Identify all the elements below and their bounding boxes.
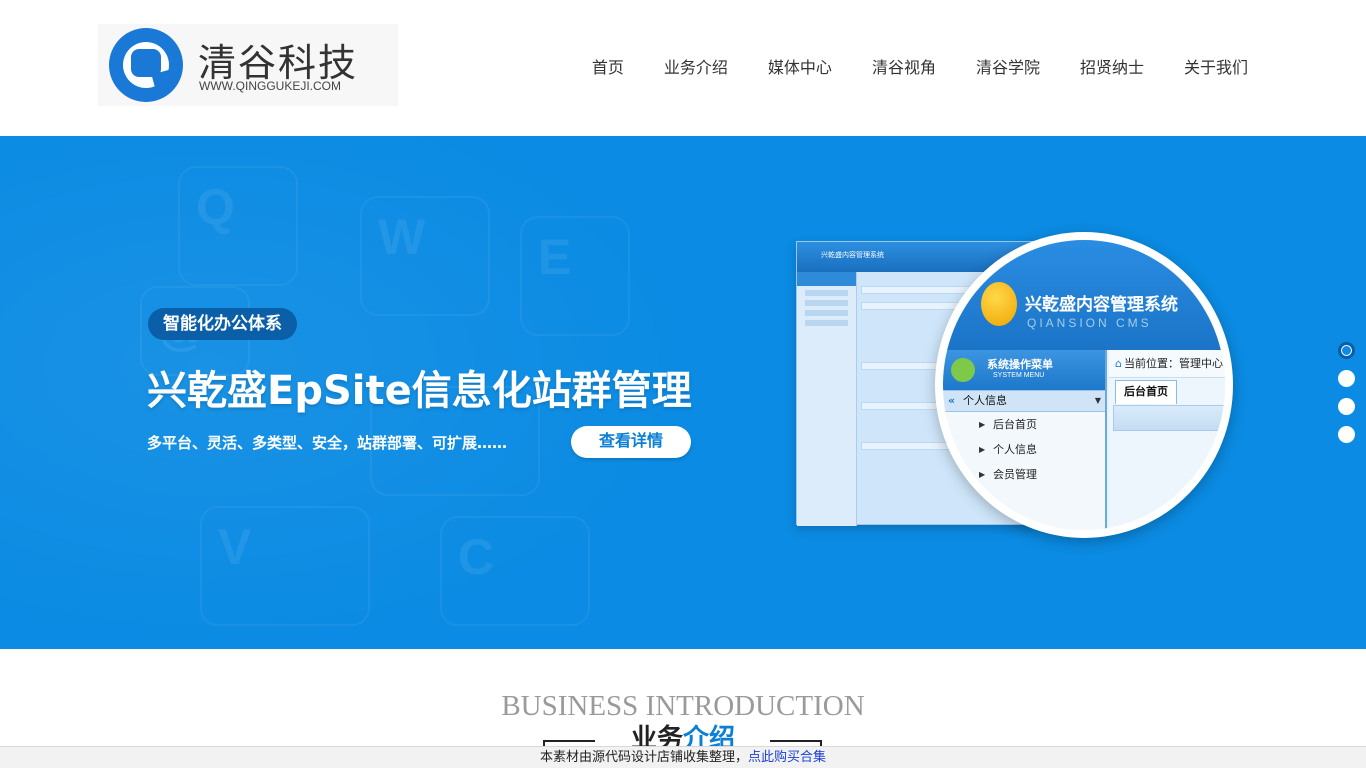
main-nav: 首页 业务介绍 媒体中心 清谷视角 清谷学院 招贤纳士 关于我们 [552,56,1248,80]
cms-menu-item-label: 后台首页 [993,418,1037,431]
cms-menu-header: 系统操作菜单 SYSTEM MENU [943,350,1105,390]
nav-item-media[interactable]: 媒体中心 [768,56,832,80]
hero-banner: Q W E @ V C 智能化办公体系 兴乾盛EpSite信息化站群管理 多平台… [0,136,1366,649]
nav-item-perspective[interactable]: 清谷视角 [872,56,936,80]
buy-collection-link[interactable]: 点此购买合集 [748,750,826,765]
slide-indicators [1338,342,1355,454]
double-chevron-left-icon: « [948,394,956,407]
logo-url-text: WWW.QINGGUKEJI.COM [199,79,341,93]
home-icon: ⌂ [1115,357,1122,370]
cms-title: 兴乾盛内容管理系统 [1025,295,1178,315]
cms-magnifier-header: 兴乾盛内容管理系统 QIANSION CMS [943,240,1225,350]
logo-q-icon [109,28,183,102]
slide-dot-2[interactable] [1338,370,1355,387]
banner-headline: 兴乾盛EpSite信息化站群管理 [147,368,692,414]
cms-menu: 系统操作菜单 SYSTEM MENU « 个人信息 ▼ ▶ 后台首页 ▶ 个人信息 … [943,350,1107,530]
site-logo[interactable]: 清谷科技 WWW.QINGGUKEJI.COM [98,24,398,106]
cms-breadcrumb: ⌂ 当前位置：管理中心 [1109,350,1225,378]
cms-tab: 后台首页 [1115,380,1177,404]
cms-menu-item: ▶ 个人信息 [943,437,1105,462]
caret-right-icon: ▶ [979,470,986,479]
site-header: 清谷科技 WWW.QINGGUKEJI.COM 首页 业务介绍 媒体中心 清谷视… [0,0,1366,136]
slide-dot-3[interactable] [1338,398,1355,415]
nav-item-careers[interactable]: 招贤纳士 [1080,56,1144,80]
keyboard-key-decoration: V [200,506,370,626]
cms-menu-group-label: 个人信息 [963,394,1007,407]
cms-content-row [1113,405,1225,431]
slide-dot-4[interactable] [1338,426,1355,443]
caret-right-icon: ▶ [979,445,986,454]
slide-dot-1[interactable] [1338,342,1355,359]
caret-right-icon: ▶ [979,420,986,429]
cms-menu-item: ▶ 后台首页 [943,412,1105,437]
cms-menu-item-label: 会员管理 [993,468,1037,481]
bottom-notice-bar: 本素材由源代码设计店铺收集整理，点此购买合集 [0,746,1366,768]
banner-tag: 智能化办公体系 [148,308,297,340]
nav-item-about[interactable]: 关于我们 [1184,56,1248,80]
view-details-button[interactable]: 查看详情 [571,426,691,458]
nav-item-business[interactable]: 业务介绍 [664,56,728,80]
users-icon [951,358,975,382]
cms-menu-item: ▶ 会员管理 [943,462,1105,487]
keyboard-key-decoration: Q [178,166,298,286]
cms-screenshot-sidebar [797,272,857,526]
cms-menu-group: « 个人信息 ▼ [943,390,1105,412]
cms-magnifier: 兴乾盛内容管理系统 QIANSION CMS 系统操作菜单 SYSTEM MEN… [935,232,1233,538]
notice-text: 本素材由源代码设计店铺收集整理， [539,750,748,765]
cms-screenshot-title: 兴乾盛内容管理系统 [821,251,884,259]
cms-content: ⌂ 当前位置：管理中心 后台首页 [1109,350,1225,530]
keyboard-key-decoration: E [520,216,630,336]
cms-logo-icon [981,282,1017,326]
cms-menu-item-label: 个人信息 [993,443,1037,456]
banner-description: 多平台、灵活、多类型、安全，站群部署、可扩展…… [147,434,508,452]
cms-subtitle: QIANSION CMS [1027,316,1152,330]
cms-menu-subtitle: SYSTEM MENU [993,372,1045,379]
nav-item-academy[interactable]: 清谷学院 [976,56,1040,80]
keyboard-key-decoration: W [360,196,490,316]
dropdown-arrow-icon: ▼ [1094,396,1101,405]
cms-menu-title: 系统操作菜单 [987,358,1053,371]
nav-item-home[interactable]: 首页 [592,56,624,80]
keyboard-key-decoration: C [440,516,590,626]
cms-breadcrumb-text: 当前位置：管理中心 [1123,357,1223,370]
